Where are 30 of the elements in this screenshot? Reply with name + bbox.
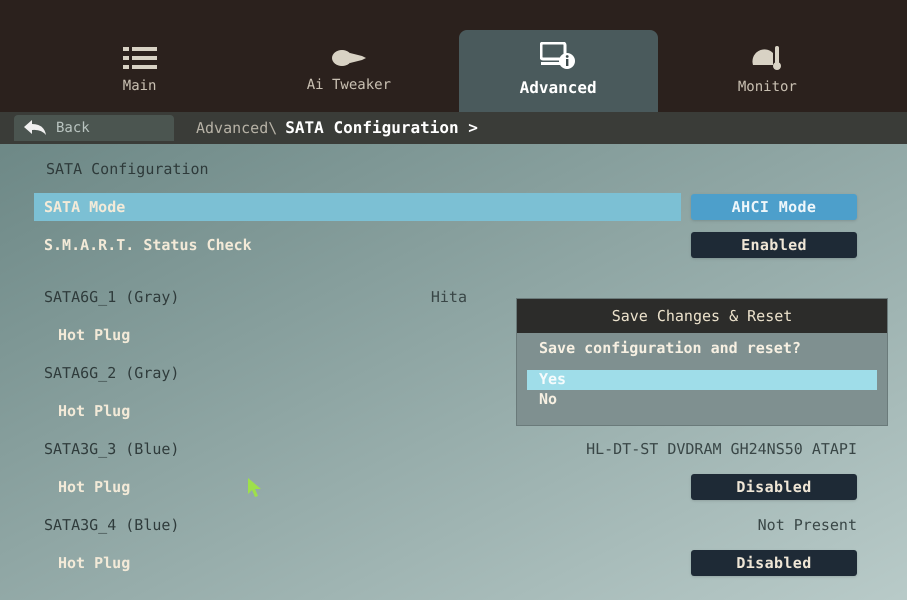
setting-row[interactable]: S.M.A.R.T. Status Check bbox=[34, 231, 681, 259]
device-name: Hita bbox=[430, 286, 467, 308]
menu-tab[interactable]: Ai Tweaker bbox=[249, 30, 448, 112]
dialog-option[interactable]: No bbox=[527, 390, 877, 410]
dialog-title: Save Changes & Reset bbox=[612, 306, 792, 327]
value-button[interactable]: Disabled bbox=[691, 550, 857, 576]
menu-tab[interactable]: Advanced bbox=[458, 30, 658, 112]
list-icon bbox=[122, 46, 157, 70]
port-label: SATA6G_2 (Gray) bbox=[44, 362, 180, 384]
breadcrumb-current: SATA Configuration > bbox=[285, 117, 478, 139]
value-button[interactable]: Disabled bbox=[691, 474, 857, 500]
back-button[interactable]: Back bbox=[14, 115, 174, 141]
device-name: Not Present bbox=[758, 514, 857, 536]
value-button[interactable]: Enabled bbox=[691, 232, 857, 258]
breadcrumb-path: Advanced\ bbox=[196, 118, 278, 139]
section-title: SATA Configuration bbox=[46, 158, 209, 180]
gauge-thermometer-icon bbox=[751, 44, 784, 70]
setting-row[interactable]: Hot Plug bbox=[34, 473, 681, 501]
setting-row[interactable]: SATA Mode bbox=[34, 193, 681, 221]
device-name: HL-DT-ST DVDRAM GH24NS50 ATAPI bbox=[586, 438, 857, 460]
port-label: SATA3G_3 (Blue) bbox=[44, 438, 180, 460]
setting-row[interactable]: Hot Plug bbox=[34, 549, 681, 577]
value-button[interactable]: AHCI Mode bbox=[691, 194, 857, 220]
port-label: SATA6G_1 (Gray) bbox=[44, 286, 180, 308]
monitor-info-icon bbox=[540, 42, 576, 70]
port-label: SATA3G_4 (Blue) bbox=[44, 514, 180, 536]
menu-tab[interactable]: Monitor bbox=[668, 30, 867, 112]
back-arrow-icon bbox=[24, 120, 46, 136]
dialog-message: Save configuration and reset? bbox=[539, 338, 802, 359]
menu-tab[interactable]: Main bbox=[40, 30, 240, 112]
